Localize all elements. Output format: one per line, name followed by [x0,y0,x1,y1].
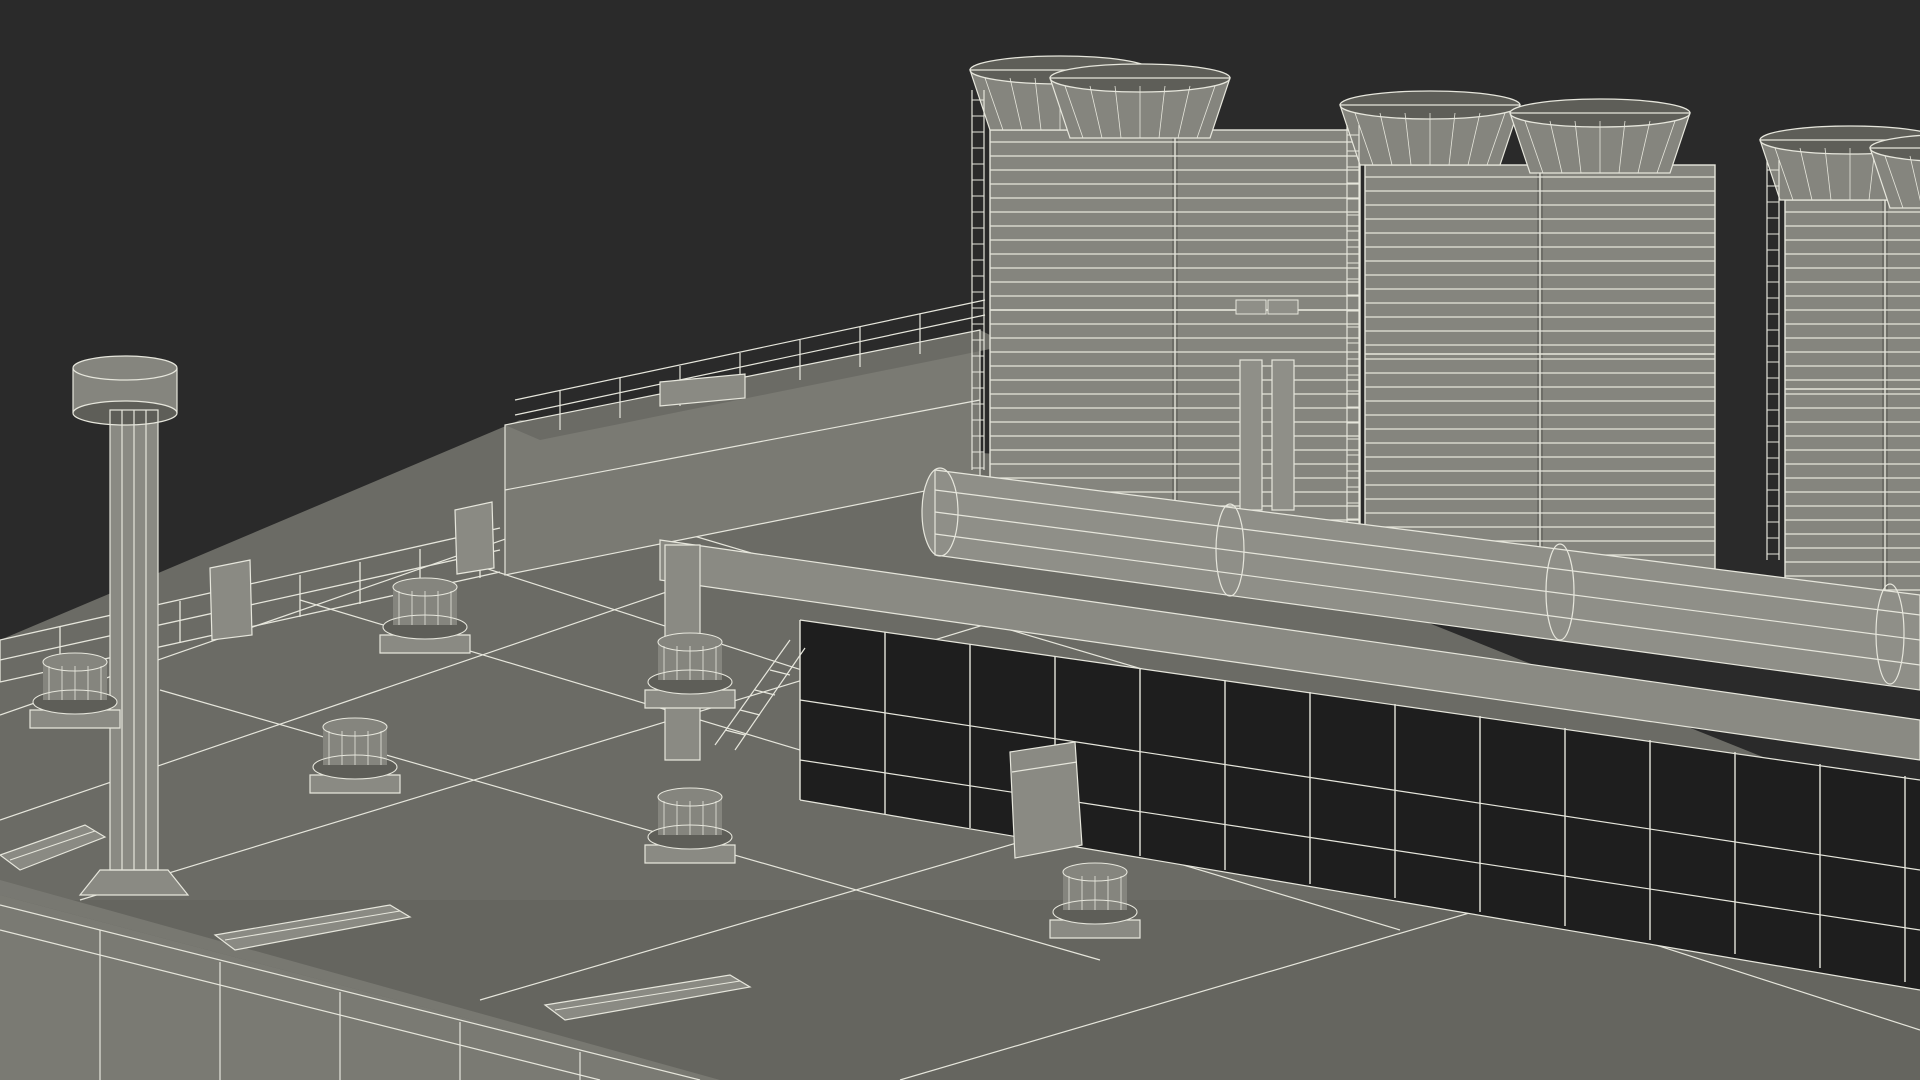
roof-exhaust-fan [644,787,736,864]
rooftop-scene [0,0,1920,1080]
fan-cowl [1049,63,1231,139]
roof-exhaust-fan [1049,862,1141,939]
fan-cowl [1339,90,1521,166]
condensing-unit [1009,741,1083,859]
fan-cowl [1509,98,1691,174]
cooling-tower-module [1339,90,1716,586]
roof-exhaust-fan [644,632,736,709]
roof-exhaust-fan [309,717,401,794]
roof-exhaust-fan [29,652,121,729]
roof-exhaust-fan [379,577,471,654]
